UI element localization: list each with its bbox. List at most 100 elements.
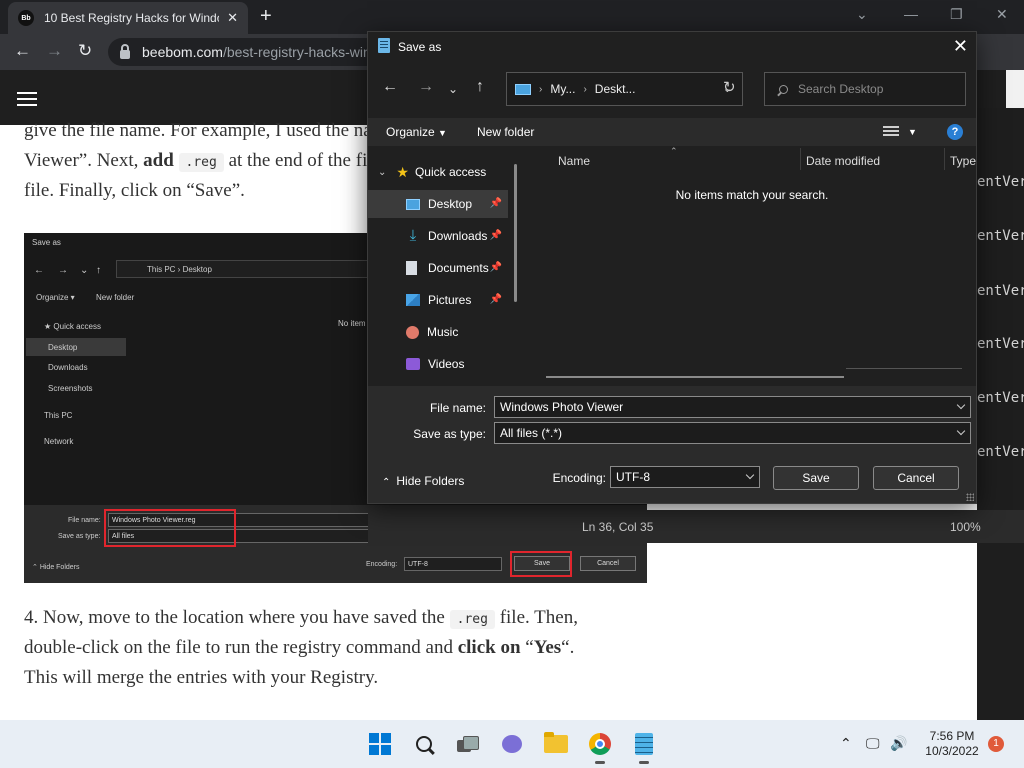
editor-line: entVer xyxy=(977,444,1024,460)
chevron-up-icon: ⌃ xyxy=(382,477,391,488)
cancel-button[interactable]: Cancel xyxy=(873,466,959,490)
start-button[interactable] xyxy=(364,728,396,760)
sidebar-item-pictures[interactable]: Pictures 📌 xyxy=(368,286,508,314)
network-icon[interactable]: 🖵 xyxy=(866,735,880,752)
navigation-scrollbar[interactable] xyxy=(514,164,517,302)
restore-icon[interactable]: ❐ xyxy=(950,6,963,23)
sidebar-item-quick-access[interactable]: ⌄ ★ Quick access xyxy=(368,158,508,186)
breadcrumb-item[interactable]: Deskt... xyxy=(595,82,636,96)
shot-no-items: No item xyxy=(338,319,366,328)
browser-tab[interactable]: Bb 10 Best Registry Hacks for Windows 11… xyxy=(8,2,248,34)
dialog-bottom-panel: File name: Windows Photo Viewer Save as … xyxy=(368,386,976,503)
taskbar-clock[interactable]: 7:56 PM 10/3/2022 xyxy=(922,729,982,759)
shot-cancel-button: Cancel xyxy=(580,556,636,571)
column-header-name[interactable]: Name xyxy=(558,154,590,168)
hide-folders-button[interactable]: ⌃ Hide Folders xyxy=(382,474,464,488)
reload-icon[interactable]: ↻ xyxy=(78,42,92,60)
caret-down-icon: ▼ xyxy=(438,128,447,138)
sort-caret-icon: ⌃ xyxy=(670,146,678,156)
this-pc-icon xyxy=(515,83,531,95)
encoding-select[interactable]: UTF-8 xyxy=(610,466,760,488)
save-button[interactable]: Save xyxy=(773,466,859,490)
picture-icon xyxy=(406,294,420,306)
sidebar-item-documents[interactable]: Documents 📌 xyxy=(368,254,508,282)
highlight-box xyxy=(510,551,572,577)
close-icon[interactable]: ✕ xyxy=(953,36,968,57)
search-placeholder: Search Desktop xyxy=(798,82,884,96)
file-explorer-button[interactable] xyxy=(540,728,572,760)
view-caret-icon[interactable]: ▼ xyxy=(908,127,917,137)
view-options-icon[interactable] xyxy=(883,126,899,138)
column-separator[interactable] xyxy=(800,148,801,170)
chrome-button[interactable] xyxy=(584,728,616,764)
taskbar-search-button[interactable] xyxy=(408,728,440,760)
music-icon xyxy=(406,325,419,339)
shot-desktop: Desktop xyxy=(48,343,78,352)
tab-close-icon[interactable]: ✕ xyxy=(227,10,238,26)
editor-line: entVer xyxy=(977,283,1024,299)
column-separator[interactable] xyxy=(944,148,945,170)
new-folder-button[interactable]: New folder xyxy=(477,125,534,139)
windows-logo-icon xyxy=(369,733,391,755)
notepad-button[interactable] xyxy=(628,728,660,764)
tray-chevron-up-icon[interactable]: ⌃ xyxy=(840,735,852,752)
sidebar-item-videos[interactable]: Videos xyxy=(368,350,508,378)
back-arrow-icon[interactable]: ← xyxy=(382,79,398,95)
column-header-type[interactable]: Type xyxy=(950,154,976,168)
breadcrumb-separator: › xyxy=(583,83,587,95)
background-editor: entVer entVer entVer entVer entVer entVe… xyxy=(977,108,1024,720)
breadcrumb[interactable]: › My... › Deskt... ⌄ xyxy=(506,72,743,106)
close-window-icon[interactable]: ✕ xyxy=(996,6,1008,23)
shot-title: Save as xyxy=(32,238,61,247)
sidebar-item-music[interactable]: Music xyxy=(368,318,508,346)
editor-line: entVer xyxy=(977,174,1024,190)
article-paragraph-line: double-click on the file to run the regi… xyxy=(24,637,575,658)
empty-message: No items match your search. xyxy=(675,188,829,202)
save-type-select[interactable]: All files (*.*) xyxy=(494,422,971,444)
code-snippet: .reg xyxy=(449,610,495,629)
forward-arrow-icon[interactable]: → xyxy=(418,79,434,95)
help-icon[interactable]: ? xyxy=(947,124,963,140)
task-view-icon xyxy=(457,736,479,752)
chat-button[interactable] xyxy=(496,728,528,760)
save-as-dialog: Save as ✕ ← → ⌄ ↑ › My... › Deskt... ⌄ ↻… xyxy=(367,31,977,504)
shot-up-icon: ↑ xyxy=(96,265,101,276)
minimize-icon[interactable]: — xyxy=(904,6,918,22)
beebom-favicon-icon: Bb xyxy=(18,10,34,26)
organize-button[interactable]: Organize ▼ xyxy=(386,125,447,139)
clock-date: 10/3/2022 xyxy=(925,744,979,758)
notepad-icon xyxy=(635,733,653,755)
notification-badge[interactable]: 1 xyxy=(988,736,1004,752)
sidebar-item-downloads[interactable]: ⤓ Downloads 📌 xyxy=(368,222,508,250)
browser-tab-bar: Bb 10 Best Registry Hacks for Windows 11… xyxy=(0,0,1024,34)
shot-save-type-label: Save as type: xyxy=(58,533,101,540)
recent-locations-chevron-icon[interactable]: ⌄ xyxy=(448,81,458,97)
search-input[interactable]: Search Desktop xyxy=(764,72,966,106)
shot-encoding-field: UTF-8 xyxy=(404,557,502,571)
code-snippet: .reg xyxy=(178,153,224,172)
shot-hide-folders: ⌃ Hide Folders xyxy=(32,564,80,571)
refresh-icon[interactable]: ↻ xyxy=(723,78,736,96)
editor-line: entVer xyxy=(977,228,1024,244)
new-tab-plus-icon[interactable]: + xyxy=(260,6,272,26)
tab-search-chevron-icon[interactable]: ⌄ xyxy=(856,6,868,23)
horizontal-scrollbar[interactable] xyxy=(546,376,844,378)
breadcrumb-item[interactable]: My... xyxy=(550,82,575,96)
editor-line: entVer xyxy=(977,390,1024,406)
column-header-date-modified[interactable]: Date modified xyxy=(806,154,880,168)
shot-back-icon: ← xyxy=(34,265,44,276)
hamburger-menu-icon[interactable] xyxy=(17,92,37,106)
volume-icon[interactable]: 🔊 xyxy=(890,735,907,752)
shot-new-folder: New folder xyxy=(96,293,135,302)
resize-grip-icon[interactable] xyxy=(966,493,974,501)
back-arrow-icon[interactable]: ← xyxy=(14,42,31,60)
shot-screenshots: Screenshots xyxy=(48,384,93,393)
sidebar-item-desktop[interactable]: Desktop 📌 xyxy=(368,190,508,218)
video-icon xyxy=(406,358,420,370)
up-arrow-icon[interactable]: ↑ xyxy=(476,79,484,95)
file-name-field[interactable]: Windows Photo Viewer xyxy=(494,396,971,418)
notepad-icon xyxy=(378,38,390,53)
task-view-button[interactable] xyxy=(452,728,484,760)
shot-down-icon: ⌄ xyxy=(80,265,89,276)
forward-arrow-icon[interactable]: → xyxy=(46,42,63,60)
